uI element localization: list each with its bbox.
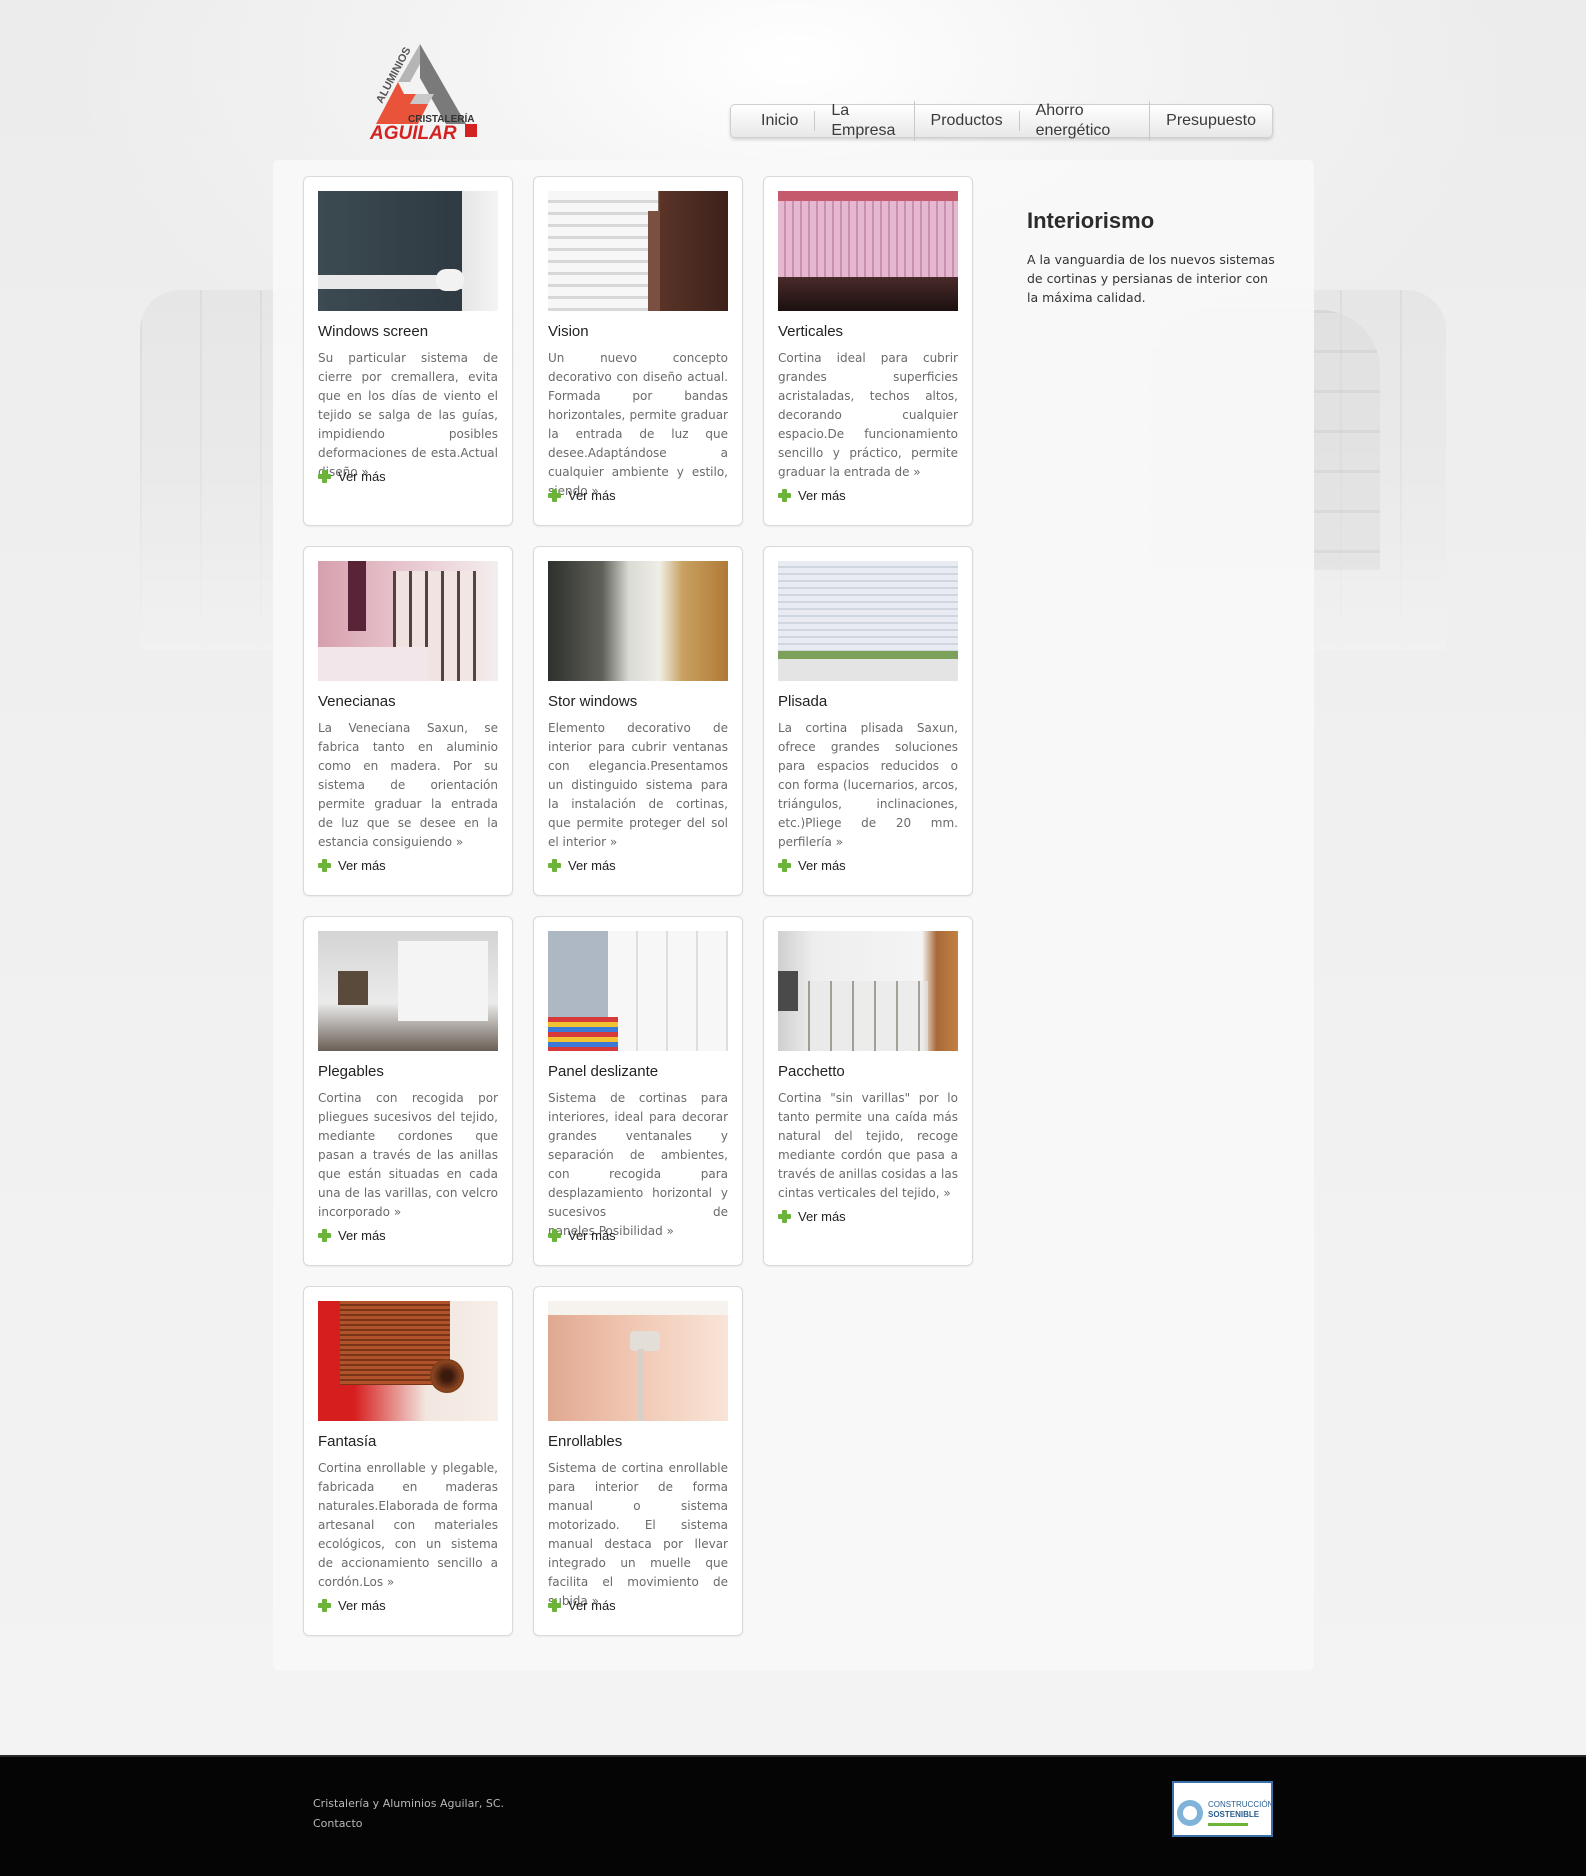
product-image-panel-deslizante[interactable] [548,931,728,1051]
ver-mas-link[interactable]: Ver más [548,1598,616,1613]
ver-mas-link[interactable]: Ver más [318,469,386,484]
product-title: Windows screen [318,323,429,340]
product-description: Cortina enrollable y plegable, fabricada… [318,1461,498,1589]
nav-item-presupuesto[interactable]: Presupuesto [1150,111,1272,131]
product-title: Plisada [778,693,828,710]
product-image-enrollables[interactable] [548,1301,728,1421]
product-title: Plegables [318,1063,384,1080]
product-description: Un nuevo concepto decorativo con diseño … [548,351,728,498]
ver-mas-link[interactable]: Ver más [778,858,846,873]
product-image-plegables[interactable] [318,931,498,1051]
ver-mas-link[interactable]: Ver más [548,488,616,503]
nav-item-la-empresa[interactable]: La Empresa [815,101,915,141]
product-card: Verticales Cortina ideal para cubrir gra… [763,176,973,526]
product-description: Cortina "sin varillas" por lo tanto perm… [778,1091,958,1200]
main-navigation: Inicio La Empresa Productos Ahorro energ… [730,101,1273,141]
ver-mas-link[interactable]: Ver más [318,1228,386,1243]
ver-mas-link[interactable]: Ver más [318,1598,386,1613]
product-image-venecianas[interactable] [318,561,498,681]
product-card: Fantasía Cortina enrollable y plegable, … [303,1286,513,1636]
product-title: Venecianas [318,693,396,710]
plus-icon [778,859,791,872]
product-description: Cortina ideal para cubrir grandes superf… [778,351,958,479]
nav-item-inicio[interactable]: Inicio [745,111,816,131]
product-description: Su particular sistema de cierre por crem… [318,351,498,479]
product-card: Plisada La cortina plisada Saxun, ofrece… [763,546,973,896]
product-description: Elemento decorativo de interior para cub… [548,721,728,849]
product-image-plisada[interactable] [778,561,958,681]
svg-text:SOSTENIBLE: SOSTENIBLE [1208,1810,1260,1819]
plus-icon [318,1599,331,1612]
product-card: Stor windows Elemento decorativo de inte… [533,546,743,896]
product-title: Panel deslizante [548,1063,659,1080]
product-title: Pacchetto [778,1063,845,1080]
footer: Cristalería y Aluminios Aguilar, SC. Con… [0,1755,1586,1876]
footer-company-name: Cristalería y Aluminios Aguilar, SC. [313,1797,505,1810]
product-title: Stor windows [548,693,638,710]
ver-mas-link[interactable]: Ver más [548,1228,616,1243]
plus-icon [318,470,331,483]
ver-mas-link[interactable]: Ver más [778,488,846,503]
product-image-stor-windows[interactable] [548,561,728,681]
product-description: La Veneciana Saxun, se fabrica tanto en … [318,721,498,849]
product-description: Sistema de cortinas para interiores, ide… [548,1091,728,1238]
product-card: Enrollables Sistema de cortina enrollabl… [533,1286,743,1636]
plus-icon [548,1229,561,1242]
ver-mas-link[interactable]: Ver más [318,858,386,873]
product-title: Verticales [778,323,844,340]
plus-icon [548,1599,561,1612]
product-description: La cortina plisada Saxun, ofrece grandes… [778,721,958,849]
svg-text:CONSTRUCCIÓN: CONSTRUCCIÓN [1208,1800,1271,1809]
product-card: Plegables Cortina con recogida por plieg… [303,916,513,1266]
product-image-verticales[interactable] [778,191,958,311]
product-image-pacchetto[interactable] [778,931,958,1051]
plus-icon [318,859,331,872]
ver-mas-link[interactable]: Ver más [778,1209,846,1224]
product-description: Sistema de cortina enrollable para inter… [548,1461,728,1608]
site-logo[interactable]: ALUMINIOS CRISTALERÍA AGUILAR [368,42,483,144]
product-image-fantasia[interactable] [318,1301,498,1421]
ver-mas-link[interactable]: Ver más [548,858,616,873]
product-description: Cortina con recogida por pliegues sucesi… [318,1091,498,1219]
nav-item-productos[interactable]: Productos [915,111,1020,131]
svg-text:AGUILAR: AGUILAR [369,123,457,142]
sidebar-title: Interiorismo [1027,208,1155,233]
product-card: Windows screen Su particular sistema de … [303,176,513,526]
product-card: Pacchetto Cortina "sin varillas" por lo … [763,916,973,1266]
plus-icon [548,859,561,872]
product-card: Panel deslizante Sistema de cortinas par… [533,916,743,1266]
product-title: Fantasía [318,1433,377,1450]
product-card: Vision Un nuevo concepto decorativo con … [533,176,743,526]
product-image-vision[interactable] [548,191,728,311]
product-card: Venecianas La Veneciana Saxun, se fabric… [303,546,513,896]
sidebar-description: A la vanguardia de los nuevos sistemas d… [1027,252,1275,305]
plus-icon [778,489,791,502]
footer-contact-link[interactable]: Contacto [313,1817,363,1830]
sustainable-construction-badge[interactable]: CONSTRUCCIÓN SOSTENIBLE [1172,1781,1274,1837]
product-image-windows-screen[interactable] [318,191,498,311]
plus-icon [548,489,561,502]
product-title: Vision [548,323,589,340]
nav-item-ahorro-energetico[interactable]: Ahorro energético [1020,101,1151,141]
plus-icon [318,1229,331,1242]
plus-icon [778,1210,791,1223]
product-title: Enrollables [548,1433,623,1450]
main-content: Windows screen Su particular sistema de … [273,160,1314,1670]
